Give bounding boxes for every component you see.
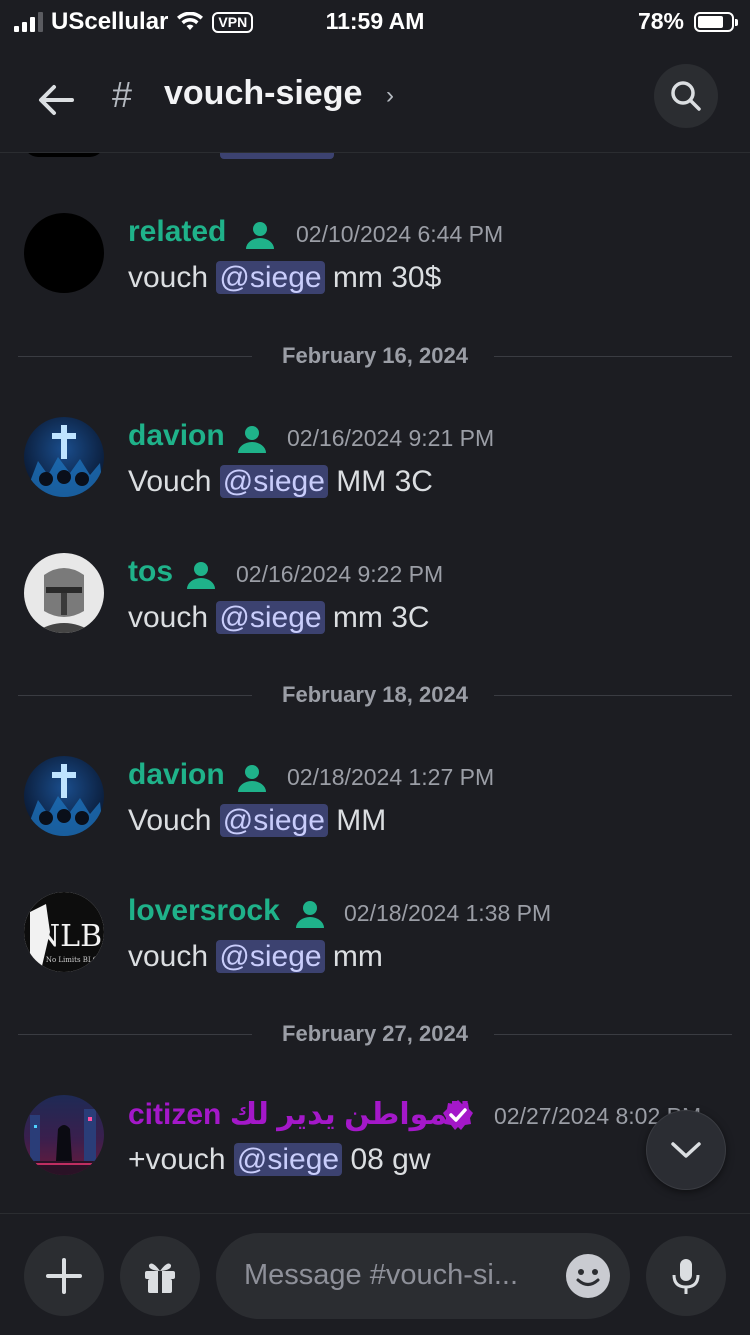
date-divider: February 18, 2024 (18, 680, 732, 710)
status-bar: UScellular VPN 11:59 AM 78% (0, 0, 750, 44)
message-text: vouch (128, 940, 217, 973)
message-timestamp: 02/18/2024 1:27 PM (287, 764, 495, 790)
message-timestamp: 02/18/2024 1:38 PM (344, 900, 552, 926)
cross-icon (24, 764, 104, 836)
verified-badge-icon (443, 1100, 473, 1130)
message-input-placeholder: Message #vouch-si... (244, 1259, 519, 1291)
message-text: mm 3C (324, 601, 430, 634)
chevron-down-icon (671, 1142, 701, 1158)
message-username[interactable]: tos (128, 555, 173, 589)
message-text: +vouch (128, 1143, 234, 1176)
message-username[interactable]: related (128, 215, 226, 249)
channel-name[interactable]: vouch-siege (164, 74, 362, 113)
search-icon (671, 81, 701, 111)
gift-button[interactable] (120, 1236, 200, 1316)
partial-message-row (0, 153, 750, 189)
avatar-related[interactable] (24, 213, 104, 293)
message-username[interactable]: davion (128, 419, 225, 453)
message-content: Vouch @siege MM 3C (128, 465, 433, 499)
user-mention[interactable]: @siege (219, 465, 328, 498)
channel-header: # vouch-siege › (0, 44, 750, 153)
message-text: mm (324, 940, 383, 973)
jump-to-latest-button[interactable] (646, 1110, 726, 1190)
user-mention[interactable]: @siege (219, 804, 328, 837)
message-timestamp: 02/16/2024 9:22 PM (236, 561, 444, 587)
avatar-tos[interactable] (24, 553, 104, 633)
user-mention[interactable]: @siege (216, 601, 325, 634)
microphone-icon (672, 1259, 700, 1294)
message-content: Vouch @siege MM (128, 804, 386, 838)
plus-icon (46, 1258, 82, 1294)
message-text: MM (327, 804, 387, 837)
avatar (24, 153, 104, 157)
message-text: 08 gw (342, 1143, 431, 1176)
message-text: Vouch (128, 804, 220, 837)
message-composer: Message #vouch-si... (0, 1213, 750, 1335)
chevron-right-icon[interactable]: › (386, 82, 394, 110)
date-divider: February 16, 2024 (18, 341, 732, 371)
message-text: vouch (128, 261, 217, 294)
emoji-icon (576, 1269, 600, 1286)
logo-text: NLB (34, 919, 102, 954)
user-mention[interactable]: @siege (233, 1143, 343, 1176)
back-arrow-icon (39, 85, 74, 115)
cross-icon (24, 425, 104, 497)
message-content: vouch @siege mm 30$ (128, 261, 441, 295)
battery-percentage: 78% (637, 8, 684, 34)
message-text: MM 3C (327, 465, 433, 498)
logo-subtext: No Limits BLG (46, 956, 99, 964)
emoji-button[interactable] (566, 1254, 610, 1298)
message-text: vouch (128, 601, 217, 634)
message-username[interactable]: citizen المواطن يدير لك (128, 1097, 470, 1132)
message-content: vouch @siege mm 3C (128, 601, 430, 635)
message-content: vouch @siege mm (128, 940, 383, 974)
avatar-citizen[interactable] (24, 1095, 104, 1175)
avatar-davion[interactable] (24, 417, 104, 497)
search-button[interactable] (654, 64, 718, 128)
avatar-loversrock[interactable]: NLB No Limits BLG (24, 892, 104, 972)
member-icon (238, 426, 266, 453)
message-content: +vouch @siege 08 gw (128, 1143, 431, 1177)
mention-chip (220, 153, 334, 159)
battery-icon (694, 11, 738, 32)
member-icon (246, 222, 274, 249)
gift-icon (145, 1263, 175, 1293)
city-figure-icon (24, 1109, 104, 1175)
nlb-logo: NLB No Limits BLG (24, 892, 104, 972)
message-timestamp: 02/16/2024 9:21 PM (287, 425, 495, 451)
date-divider: February 27, 2024 (18, 1019, 732, 1049)
message-text: Vouch (128, 465, 220, 498)
message-input[interactable]: Message #vouch-si... (216, 1233, 630, 1319)
member-icon (187, 562, 215, 589)
member-icon (296, 901, 324, 928)
add-attachment-button[interactable] (24, 1236, 104, 1316)
member-icon (238, 765, 266, 792)
message-text: mm 30$ (324, 261, 442, 294)
back-button[interactable] (30, 74, 82, 126)
message-timestamp: 02/10/2024 6:44 PM (296, 221, 504, 247)
message-username[interactable]: loversrock (128, 894, 280, 928)
channel-hash-icon: # (112, 74, 133, 115)
user-mention[interactable]: @siege (216, 940, 325, 973)
avatar-davion[interactable] (24, 756, 104, 836)
message-username[interactable]: davion (128, 758, 225, 792)
user-mention[interactable]: @siege (216, 261, 325, 294)
voice-message-button[interactable] (646, 1236, 726, 1316)
helmet-icon (34, 568, 94, 633)
message-list[interactable]: related 02/10/2024 6:44 PM vouch @siege … (0, 153, 750, 1213)
